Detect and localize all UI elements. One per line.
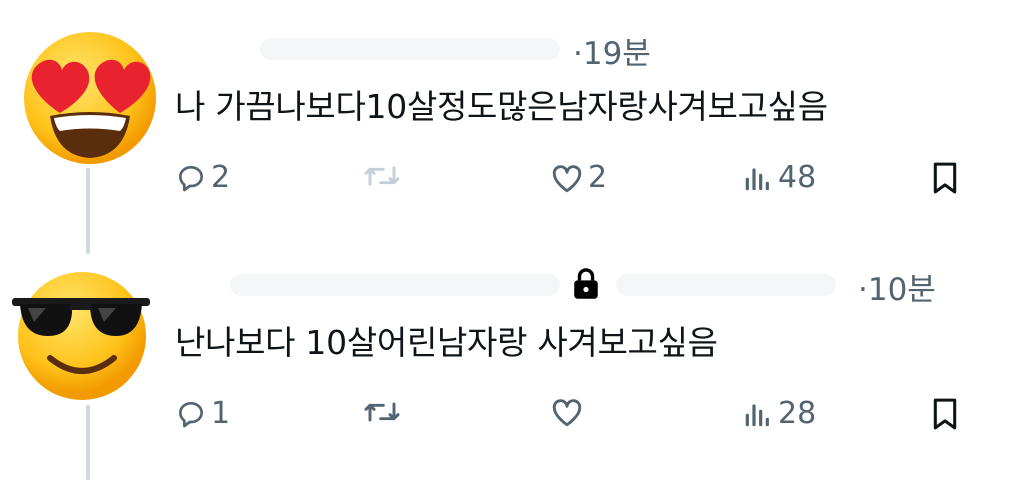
reply-button[interactable]: 1 (175, 396, 230, 431)
bookmark-icon (933, 162, 957, 194)
post-time: ·10분 (858, 272, 936, 308)
repost-icon (364, 166, 400, 186)
like-button[interactable] (550, 396, 588, 428)
repost-icon (364, 402, 400, 422)
redacted-author (260, 38, 560, 60)
bookmark-icon (933, 398, 957, 430)
views-count: 28 (778, 396, 817, 431)
post-text: 나 가끔나보다10살정도많은남자랑사겨보고싶음 (175, 87, 828, 126)
thread-line (86, 168, 90, 254)
lock-icon (574, 268, 598, 299)
like-button[interactable]: 2 (550, 160, 607, 195)
views-icon (745, 167, 769, 190)
reply-button[interactable]: 2 (175, 160, 230, 195)
views-icon (745, 403, 769, 426)
reply-icon (179, 165, 203, 191)
views-button[interactable]: 28 (742, 396, 816, 431)
views-count: 48 (778, 160, 817, 195)
avatar[interactable] (10, 264, 150, 404)
post-time: ·19분 (573, 36, 651, 72)
bookmark-button[interactable] (928, 160, 962, 196)
reply-icon (179, 401, 203, 427)
like-icon (552, 399, 582, 427)
views-button[interactable]: 48 (742, 160, 816, 195)
bookmark-button[interactable] (928, 396, 962, 432)
thread-line (86, 405, 90, 480)
reply-count: 1 (211, 396, 231, 431)
like-count: 2 (588, 160, 608, 195)
avatar[interactable] (20, 28, 160, 168)
redacted-handle (616, 274, 836, 296)
repost-button[interactable] (362, 396, 406, 428)
redacted-author (230, 274, 560, 296)
post-text: 난나보다 10살어린남자랑 사겨보고싶음 (175, 323, 718, 362)
repost-button[interactable] (362, 160, 406, 192)
like-icon (552, 164, 582, 192)
reply-count: 2 (211, 160, 231, 195)
